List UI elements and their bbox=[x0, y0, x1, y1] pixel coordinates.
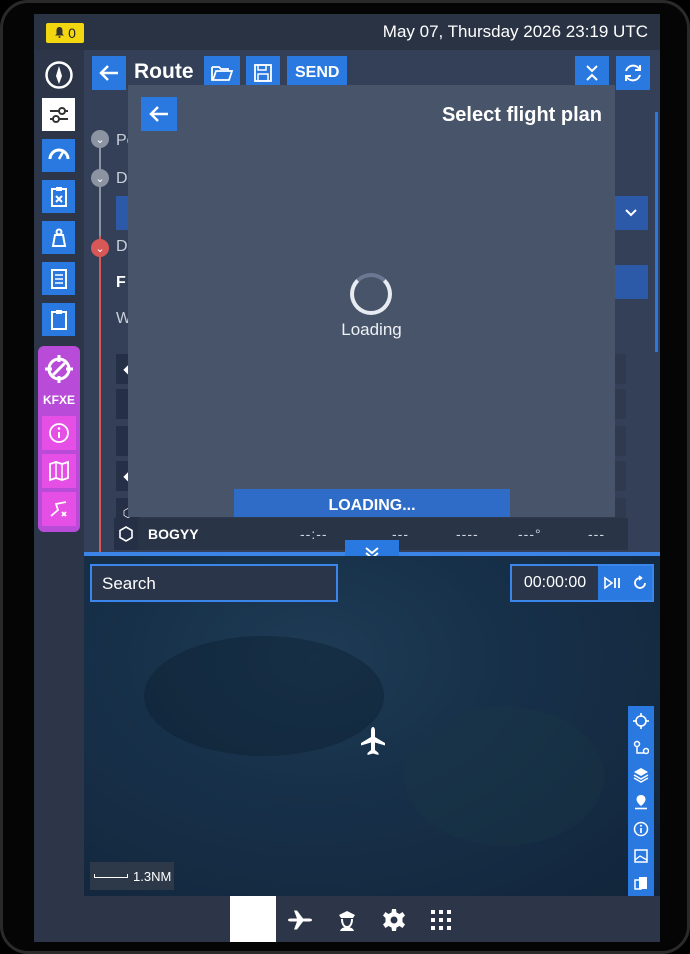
apps-grid-icon[interactable] bbox=[427, 906, 455, 934]
map-scale: 1.3NM bbox=[90, 862, 174, 890]
waypoint-col5: --- bbox=[588, 526, 605, 542]
waypoint-name: BOGYY bbox=[148, 526, 199, 542]
refresh-button[interactable] bbox=[616, 56, 650, 90]
play-pause-icon bbox=[604, 576, 620, 590]
waypoint-icon bbox=[114, 518, 138, 550]
back-button[interactable] bbox=[92, 56, 126, 90]
scrollbar[interactable] bbox=[655, 112, 658, 352]
weight-icon[interactable] bbox=[42, 221, 75, 254]
info-icon[interactable] bbox=[628, 816, 654, 842]
info-icon[interactable] bbox=[42, 416, 76, 450]
refresh-icon bbox=[625, 64, 641, 82]
select-flight-plan-modal: Select flight plan Loading LOADING... bbox=[128, 85, 615, 517]
blank-tab-button[interactable] bbox=[230, 896, 276, 942]
crosshair-icon[interactable] bbox=[628, 708, 654, 734]
save-icon bbox=[254, 64, 272, 82]
image-icon[interactable] bbox=[628, 843, 654, 869]
datetime-display: May 07, Thursday 2026 23:19 UTC bbox=[382, 22, 648, 41]
waypoint-col3: ---- bbox=[456, 526, 479, 542]
clipboard-x-icon[interactable] bbox=[42, 180, 75, 213]
status-bar: 0 May 07, Thursday 2026 23:19 UTC bbox=[34, 14, 660, 50]
airport-group: KFXE bbox=[38, 346, 80, 532]
document-icon[interactable] bbox=[42, 262, 75, 295]
app-screen: 0 May 07, Thursday 2026 23:19 UTC KFXE R… bbox=[34, 14, 660, 942]
arrow-left-icon bbox=[149, 106, 168, 122]
row-label: D bbox=[116, 170, 128, 187]
bottom-nav bbox=[34, 896, 660, 942]
scale-bar bbox=[94, 874, 128, 878]
chevron-down-icon bbox=[625, 209, 637, 217]
modal-back-button[interactable] bbox=[141, 97, 177, 131]
left-sidebar: KFXE bbox=[34, 50, 84, 900]
search-input[interactable]: Search bbox=[90, 564, 338, 602]
compass-icon[interactable] bbox=[42, 58, 75, 91]
waypoint-time: --:-- bbox=[300, 526, 328, 542]
reset-button[interactable] bbox=[626, 566, 654, 600]
gauge-icon[interactable] bbox=[42, 139, 75, 172]
location-pin-icon[interactable] bbox=[628, 789, 654, 815]
waypoint-heading: ---° bbox=[518, 526, 542, 542]
row-label: D bbox=[116, 238, 128, 255]
clipboard-icon[interactable] bbox=[42, 303, 75, 336]
playback-controls: 00:00:00 bbox=[510, 564, 654, 602]
reset-icon bbox=[634, 575, 646, 589]
row-action[interactable] bbox=[614, 265, 648, 299]
collapse-icon bbox=[586, 65, 598, 81]
chevron-down-icon[interactable]: ⌄ bbox=[91, 239, 109, 257]
map-icon[interactable] bbox=[42, 454, 76, 488]
aircraft-icon[interactable] bbox=[360, 726, 386, 761]
scale-label: 1.3NM bbox=[133, 868, 172, 884]
route-icon[interactable] bbox=[42, 492, 76, 526]
route-pin-icon[interactable] bbox=[628, 735, 654, 761]
dropdown-toggle[interactable] bbox=[614, 196, 648, 230]
chevron-down-icon[interactable]: ⌄ bbox=[91, 130, 109, 148]
pages-icon[interactable] bbox=[628, 870, 654, 896]
arrow-left-icon bbox=[99, 65, 118, 81]
folder-open-icon bbox=[211, 66, 234, 81]
airport-icon[interactable] bbox=[42, 352, 76, 386]
chevron-down-icon[interactable]: ⌄ bbox=[91, 169, 109, 187]
play-pause-button[interactable] bbox=[598, 566, 626, 600]
map-terrain bbox=[404, 706, 604, 846]
airplane-icon[interactable] bbox=[286, 906, 314, 934]
modal-title: Select flight plan bbox=[441, 104, 602, 126]
loading-text: Loading bbox=[341, 320, 402, 339]
loading-spinner-icon bbox=[350, 273, 392, 315]
alert-count: 0 bbox=[68, 25, 76, 41]
timeline-line-active bbox=[99, 236, 101, 556]
sliders-icon[interactable] bbox=[42, 98, 75, 131]
map-tools bbox=[628, 706, 654, 896]
map-terrain bbox=[144, 636, 384, 756]
timer-display: 00:00:00 bbox=[512, 566, 598, 600]
airport-code: KFXE bbox=[42, 393, 75, 407]
loading-button[interactable]: LOADING... bbox=[234, 489, 510, 517]
gear-icon[interactable] bbox=[380, 906, 408, 934]
page-title: Route bbox=[134, 60, 194, 83]
pilot-icon[interactable] bbox=[333, 906, 361, 934]
map-view[interactable]: Search 00:00:00 1.3NM bbox=[84, 556, 660, 896]
bell-icon bbox=[54, 25, 65, 41]
layers-icon[interactable] bbox=[628, 762, 654, 788]
row-label: F bbox=[116, 274, 126, 291]
alert-badge[interactable]: 0 bbox=[46, 23, 84, 43]
